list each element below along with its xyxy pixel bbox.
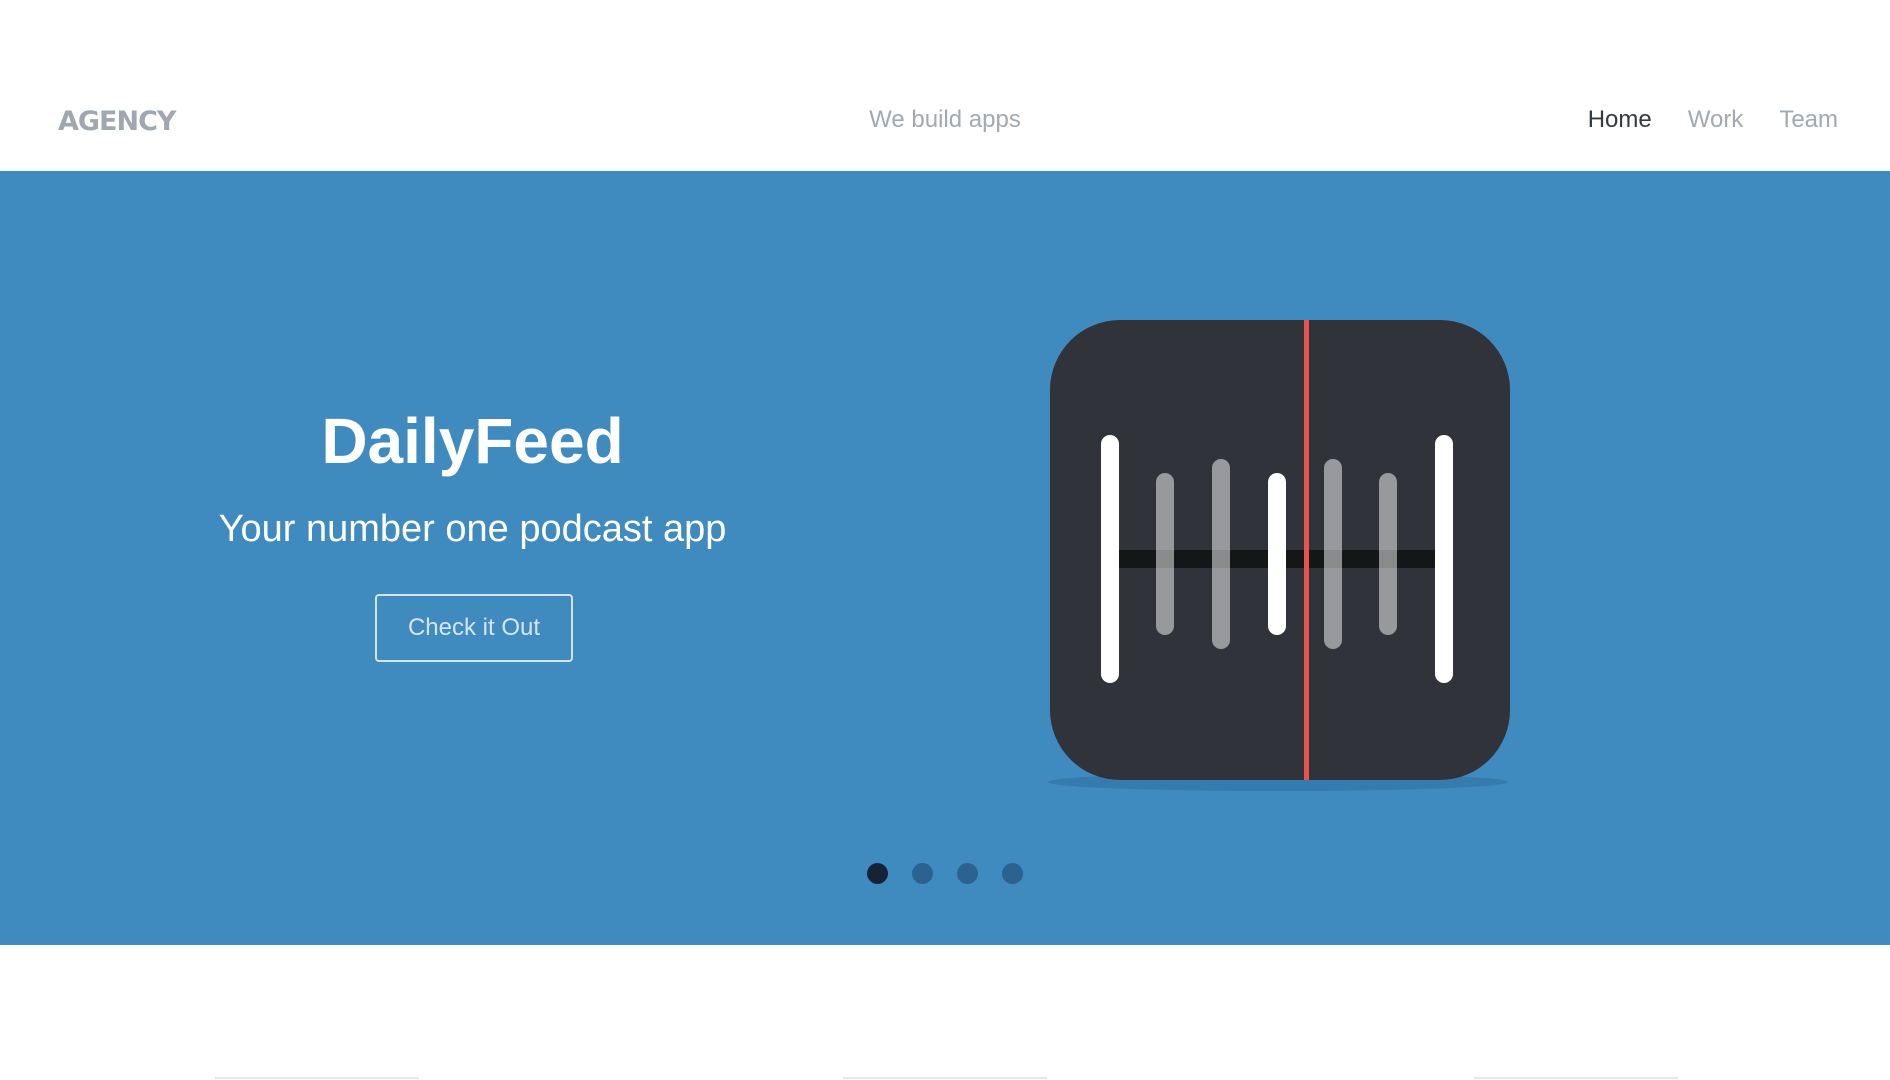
podcast-waveform-icon bbox=[1048, 320, 1510, 791]
section-divider bbox=[843, 1077, 1047, 1079]
hero-subtitle: Your number one podcast app bbox=[218, 508, 727, 550]
nav-work-link[interactable]: Work bbox=[1688, 106, 1744, 134]
hero-slide-text: DailyFeed Your number one podcast app Ch… bbox=[0, 171, 945, 945]
main-nav: Home Work Team bbox=[1588, 106, 1838, 134]
carousel-dot-3[interactable] bbox=[957, 863, 978, 884]
next-section bbox=[0, 945, 1890, 1080]
carousel-dot-2[interactable] bbox=[912, 863, 933, 884]
section-divider bbox=[215, 1077, 419, 1079]
nav-home-link[interactable]: Home bbox=[1588, 106, 1652, 134]
check-it-out-button[interactable]: Check it Out bbox=[375, 594, 573, 662]
carousel-dot-1[interactable] bbox=[867, 863, 888, 884]
carousel-indicators bbox=[0, 863, 1890, 884]
carousel-dot-4[interactable] bbox=[1002, 863, 1023, 884]
hero-title: DailyFeed bbox=[321, 405, 624, 477]
section-divider bbox=[1474, 1077, 1678, 1079]
nav-team-link[interactable]: Team bbox=[1779, 106, 1838, 134]
hero-carousel: DailyFeed Your number one podcast app Ch… bbox=[0, 171, 1890, 945]
site-header: AGENCY We build apps Home Work Team bbox=[0, 0, 1890, 171]
